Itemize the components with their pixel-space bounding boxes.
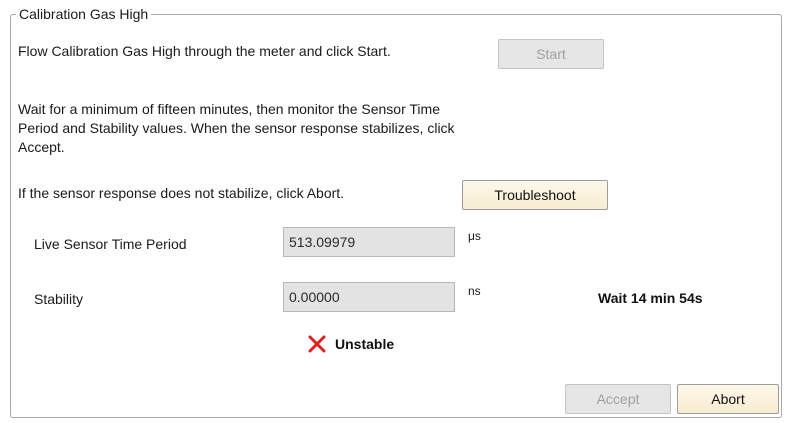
stability-status-text: Unstable bbox=[335, 336, 395, 352]
wait-instruction-line-1: Wait for a minimum of fifteen minutes, t… bbox=[18, 101, 440, 117]
time-period-label: Live Sensor Time Period bbox=[34, 236, 187, 252]
flow-instruction: Flow Calibration Gas High through the me… bbox=[18, 43, 391, 59]
wait-instruction-line-3: Accept. bbox=[18, 139, 65, 155]
troubleshoot-button[interactable]: Troubleshoot bbox=[462, 180, 608, 210]
stability-field: 0.00000 bbox=[283, 282, 455, 312]
abort-button[interactable]: Abort bbox=[677, 384, 779, 414]
start-button[interactable]: Start bbox=[498, 39, 604, 69]
wait-countdown: Wait 14 min 54s bbox=[598, 290, 703, 306]
abort-instruction: If the sensor response does not stabiliz… bbox=[18, 185, 345, 201]
group-title: Calibration Gas High bbox=[16, 5, 152, 23]
stability-status: Unstable bbox=[307, 333, 394, 355]
time-period-unit: μs bbox=[468, 229, 481, 243]
stability-label: Stability bbox=[34, 291, 84, 307]
calibration-gas-high-group bbox=[10, 14, 782, 418]
stability-unit: ns bbox=[468, 284, 481, 298]
time-period-field: 513.09979 bbox=[283, 227, 455, 257]
accept-button[interactable]: Accept bbox=[565, 384, 671, 414]
red-x-icon bbox=[307, 334, 327, 354]
wait-instruction-line-2: Period and Stability values. When the se… bbox=[18, 120, 455, 136]
